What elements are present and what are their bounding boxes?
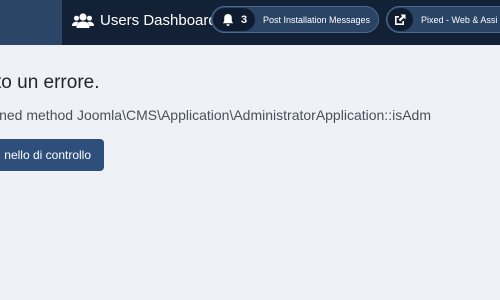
messages-icon-group: 3 bbox=[213, 8, 255, 31]
site-label: Pixed - Web & Assi bbox=[421, 14, 498, 25]
site-icon-group bbox=[388, 8, 413, 31]
page: Users Dashboard 3 Post Installation Mess… bbox=[0, 0, 500, 300]
messages-label: Post Installation Messages bbox=[263, 14, 371, 25]
users-icon bbox=[72, 12, 94, 28]
page-title-wrap: Users Dashboard bbox=[72, 0, 217, 40]
external-link-icon bbox=[393, 13, 407, 27]
header: Users Dashboard 3 Post Installation Mess… bbox=[0, 0, 500, 45]
error-heading: to un errore. bbox=[0, 72, 100, 93]
post-installation-messages-button[interactable]: 3 Post Installation Messages bbox=[211, 6, 379, 33]
messages-count-badge: 3 bbox=[241, 13, 248, 26]
back-to-control-panel-button[interactable]: nello di controllo bbox=[0, 139, 104, 171]
header-logo-area[interactable] bbox=[0, 0, 62, 45]
view-site-button[interactable]: Pixed - Web & Assi bbox=[386, 6, 500, 33]
bell-icon bbox=[221, 13, 235, 27]
page-title: Users Dashboard bbox=[100, 11, 217, 29]
error-message: ined method Joomla\CMS\Application\Admin… bbox=[0, 107, 431, 123]
